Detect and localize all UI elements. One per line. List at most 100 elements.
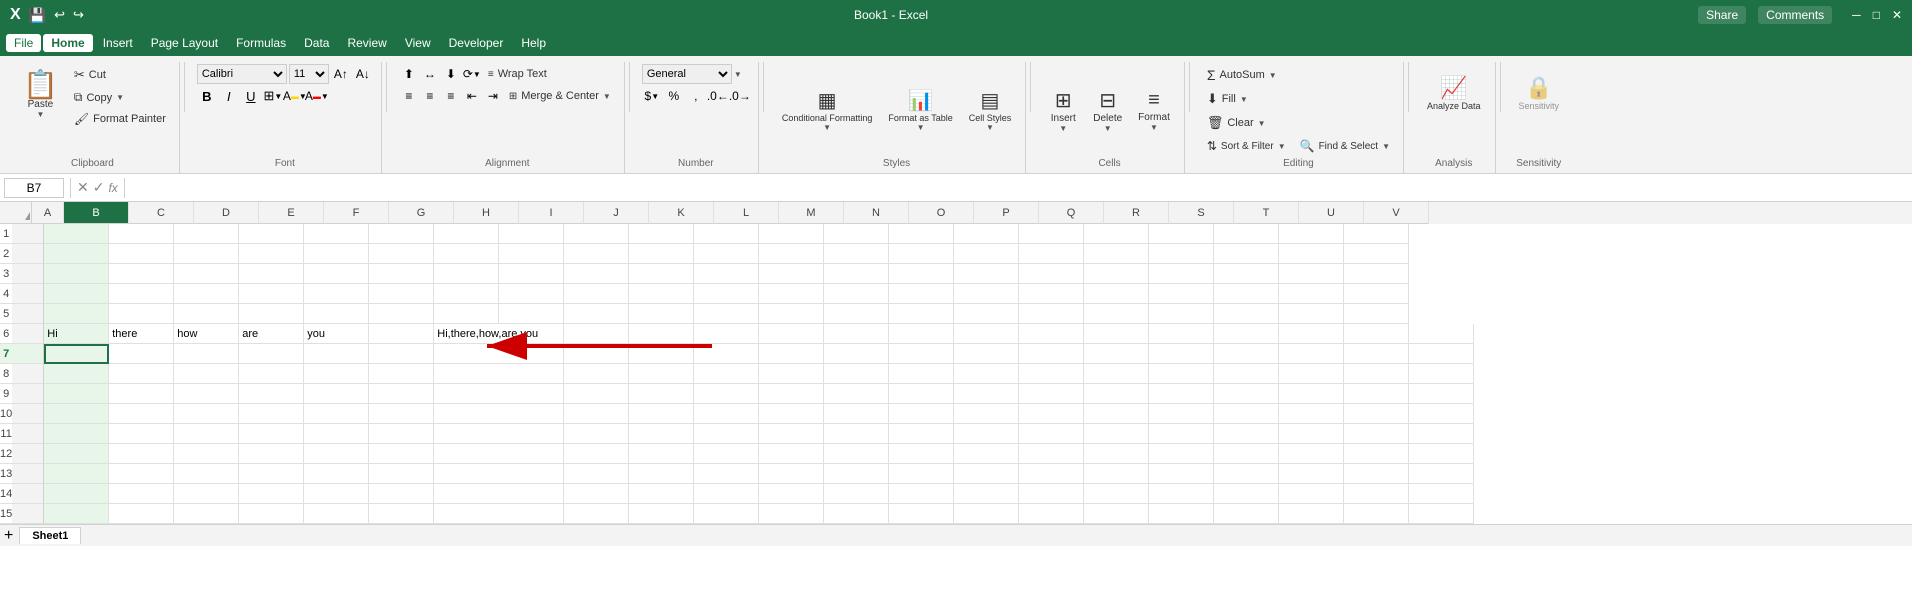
cell-d11[interactable] — [174, 424, 239, 444]
col-header-r[interactable]: R — [1104, 202, 1169, 224]
cell-h9[interactable] — [434, 384, 564, 404]
cell-e15[interactable] — [239, 504, 304, 524]
cell-d4[interactable] — [174, 284, 239, 304]
cell-q9[interactable] — [1084, 384, 1149, 404]
cell-v8[interactable] — [1409, 364, 1474, 384]
cell-g4[interactable] — [369, 284, 434, 304]
number-format-arrow[interactable]: ▼ — [734, 70, 742, 79]
cell-u9[interactable] — [1344, 384, 1409, 404]
row-num-12[interactable]: 12 — [0, 444, 12, 464]
underline-button[interactable]: U — [241, 86, 261, 106]
cell-k11[interactable] — [694, 424, 759, 444]
cell-d3[interactable] — [174, 264, 239, 284]
cell-e13[interactable] — [239, 464, 304, 484]
cell-j15[interactable] — [629, 504, 694, 524]
sheet-tab-1[interactable]: Sheet1 — [19, 527, 81, 544]
cell-e3[interactable] — [239, 264, 304, 284]
cell-v14[interactable] — [1409, 484, 1474, 504]
cell-j10[interactable] — [629, 404, 694, 424]
cell-a10[interactable] — [12, 404, 44, 424]
cell-b10[interactable] — [44, 404, 109, 424]
cell-d5[interactable] — [174, 304, 239, 324]
cell-n1[interactable] — [824, 224, 889, 244]
cell-q2[interactable] — [1019, 244, 1084, 264]
cell-j4[interactable] — [564, 284, 629, 304]
cell-q14[interactable] — [1084, 484, 1149, 504]
cell-u10[interactable] — [1344, 404, 1409, 424]
row-num-1[interactable]: 1 — [0, 224, 12, 244]
quick-access-undo[interactable]: ↩ — [54, 7, 65, 23]
delete-button[interactable]: ⊟ Delete ▼ — [1087, 80, 1128, 140]
row-num-8[interactable]: 8 — [0, 364, 12, 384]
increase-decimal-button[interactable]: .0→ — [730, 86, 750, 106]
cell-r14[interactable] — [1149, 484, 1214, 504]
cell-e9[interactable] — [239, 384, 304, 404]
col-header-m[interactable]: M — [779, 202, 844, 224]
cell-a6[interactable] — [12, 324, 44, 344]
cell-g5[interactable] — [369, 304, 434, 324]
row-num-4[interactable]: 4 — [0, 284, 12, 304]
cell-t12[interactable] — [1279, 444, 1344, 464]
cell-p13[interactable] — [1019, 464, 1084, 484]
cell-n15[interactable] — [889, 504, 954, 524]
number-format-select[interactable]: General — [642, 64, 732, 84]
cell-i14[interactable] — [564, 484, 629, 504]
cell-u12[interactable] — [1344, 444, 1409, 464]
cell-v4[interactable] — [1344, 284, 1409, 304]
cell-s5[interactable] — [1149, 304, 1214, 324]
cell-m1[interactable] — [759, 224, 824, 244]
col-header-p[interactable]: P — [974, 202, 1039, 224]
cell-d2[interactable] — [174, 244, 239, 264]
cell-s11[interactable] — [1214, 424, 1279, 444]
cell-l8[interactable] — [759, 364, 824, 384]
cell-l9[interactable] — [759, 384, 824, 404]
merge-center-button[interactable]: ⊞ Merge & Center ▼ — [504, 86, 616, 106]
align-center-button[interactable]: ≡ — [420, 86, 440, 106]
cell-s8[interactable] — [1214, 364, 1279, 384]
col-header-c[interactable]: C — [129, 202, 194, 224]
close-button[interactable]: ✕ — [1892, 8, 1902, 22]
cell-o1[interactable] — [889, 224, 954, 244]
cell-p3[interactable] — [954, 264, 1019, 284]
cell-u5[interactable] — [1279, 304, 1344, 324]
cell-m2[interactable] — [759, 244, 824, 264]
cell-i13[interactable] — [564, 464, 629, 484]
cell-c9[interactable] — [109, 384, 174, 404]
cell-l10[interactable] — [759, 404, 824, 424]
cell-k12[interactable] — [694, 444, 759, 464]
cell-n3[interactable] — [824, 264, 889, 284]
cell-b3[interactable] — [44, 264, 109, 284]
cell-s2[interactable] — [1149, 244, 1214, 264]
col-header-a[interactable]: A — [32, 202, 64, 224]
cell-t11[interactable] — [1279, 424, 1344, 444]
cell-l12[interactable] — [759, 444, 824, 464]
cell-t6[interactable] — [1279, 324, 1344, 344]
cell-o11[interactable] — [954, 424, 1019, 444]
cell-v2[interactable] — [1344, 244, 1409, 264]
cell-r8[interactable] — [1149, 364, 1214, 384]
cell-u8[interactable] — [1344, 364, 1409, 384]
cell-r5[interactable] — [1084, 304, 1149, 324]
cell-f8[interactable] — [304, 364, 369, 384]
cell-s10[interactable] — [1214, 404, 1279, 424]
cell-k9[interactable] — [694, 384, 759, 404]
cell-p2[interactable] — [954, 244, 1019, 264]
bold-button[interactable]: B — [197, 86, 217, 106]
conditional-formatting-arrow[interactable]: ▼ — [823, 123, 831, 132]
cell-u1[interactable] — [1279, 224, 1344, 244]
cell-s9[interactable] — [1214, 384, 1279, 404]
cancel-formula-icon[interactable]: ✕ — [77, 179, 89, 196]
cell-n10[interactable] — [889, 404, 954, 424]
cell-a15[interactable] — [12, 504, 44, 524]
decrease-decimal-button[interactable]: .0← — [708, 86, 728, 106]
orientation-button[interactable]: ⟳▼ — [462, 64, 482, 84]
cell-b13[interactable] — [44, 464, 109, 484]
cell-l6[interactable] — [759, 324, 824, 344]
cell-styles-arrow[interactable]: ▼ — [986, 123, 994, 132]
formula-input[interactable] — [131, 179, 1908, 197]
share-button[interactable]: Share — [1698, 6, 1746, 24]
cell-r11[interactable] — [1149, 424, 1214, 444]
cell-q11[interactable] — [1084, 424, 1149, 444]
cell-s6[interactable] — [1214, 324, 1279, 344]
cell-v5[interactable] — [1344, 304, 1409, 324]
